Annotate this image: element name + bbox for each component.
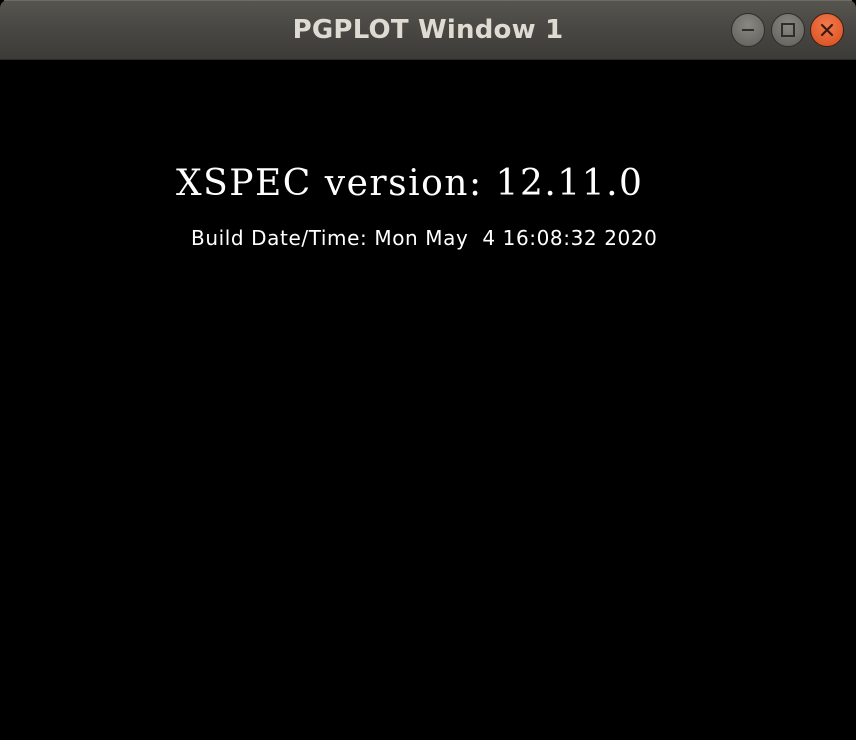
build-date-time-text: Build Date/Time: Mon May 4 16:08:32 2020 bbox=[191, 226, 658, 250]
maximize-button[interactable] bbox=[771, 13, 805, 47]
title-bar[interactable]: PGPLOT Window 1 bbox=[0, 0, 856, 60]
window-title: PGPLOT Window 1 bbox=[292, 15, 564, 45]
minimize-button[interactable] bbox=[731, 13, 765, 47]
minimize-icon bbox=[742, 29, 754, 31]
close-icon bbox=[820, 23, 834, 37]
pgplot-window: PGPLOT Window 1 XSPEC version: 12.11.0 B… bbox=[0, 0, 856, 740]
close-button[interactable] bbox=[810, 13, 844, 47]
maximize-icon bbox=[781, 23, 795, 37]
xspec-version-text: XSPEC version: 12.11.0 bbox=[176, 163, 644, 204]
plot-canvas: XSPEC version: 12.11.0 Build Date/Time: … bbox=[0, 60, 856, 740]
